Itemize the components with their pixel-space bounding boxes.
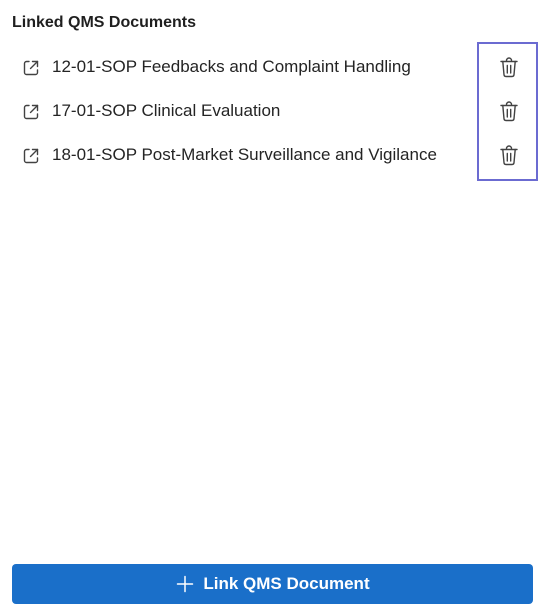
document-link[interactable]: 18-01-SOP Post-Market Surveillance and V… bbox=[52, 144, 437, 166]
delete-document-button[interactable] bbox=[496, 55, 522, 81]
plus-icon bbox=[175, 574, 195, 594]
document-list: 12-01-SOP Feedbacks and Complaint Handli… bbox=[0, 45, 547, 177]
link-qms-document-button[interactable]: Link QMS Document bbox=[12, 564, 533, 604]
trash-icon bbox=[500, 57, 518, 78]
panel-title: Linked QMS Documents bbox=[12, 14, 197, 31]
open-in-new-icon[interactable] bbox=[20, 101, 42, 123]
trash-icon bbox=[500, 145, 518, 166]
open-in-new-icon[interactable] bbox=[20, 57, 42, 79]
trash-icon bbox=[500, 101, 518, 122]
link-qms-document-label: Link QMS Document bbox=[203, 574, 370, 593]
document-link[interactable]: 17-01-SOP Clinical Evaluation bbox=[52, 100, 280, 122]
document-link[interactable]: 12-01-SOP Feedbacks and Complaint Handli… bbox=[52, 56, 411, 78]
linked-qms-documents-panel: Linked QMS Documents 12-01-SOP Feedbacks… bbox=[0, 0, 547, 613]
list-item: 18-01-SOP Post-Market Surveillance and V… bbox=[0, 133, 547, 177]
delete-document-button[interactable] bbox=[496, 143, 522, 169]
delete-document-button[interactable] bbox=[496, 99, 522, 125]
open-in-new-icon[interactable] bbox=[20, 145, 42, 167]
list-item: 12-01-SOP Feedbacks and Complaint Handli… bbox=[0, 45, 547, 89]
list-item: 17-01-SOP Clinical Evaluation bbox=[0, 89, 547, 133]
